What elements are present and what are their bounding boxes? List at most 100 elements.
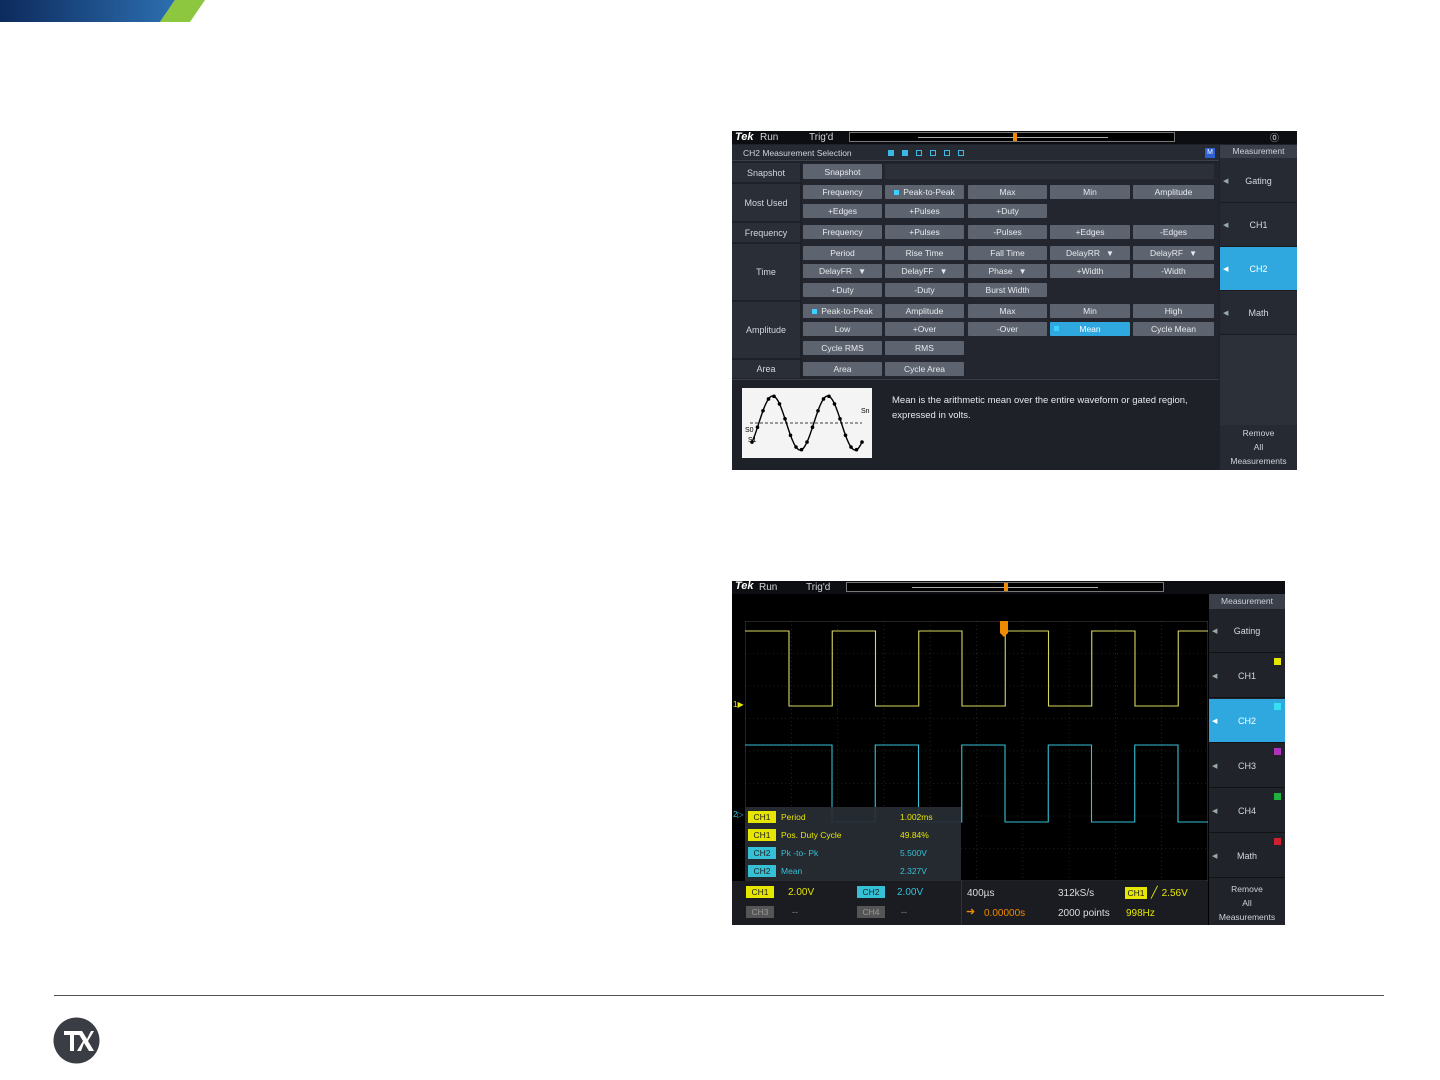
time-delay-ff[interactable]: DelayFF ▼ bbox=[885, 264, 964, 278]
most-used-pos-pulses[interactable]: +Pulses bbox=[885, 204, 964, 218]
side-ch2[interactable]: ◀ CH2 bbox=[1209, 699, 1285, 743]
page-dot[interactable] bbox=[944, 150, 950, 156]
amp-neg-over[interactable]: -Over bbox=[968, 322, 1047, 336]
remove-all-button[interactable]: Remove All Measurements bbox=[1220, 426, 1297, 470]
amp-cycle-rms[interactable]: Cycle RMS bbox=[803, 341, 882, 355]
side-ch2[interactable]: ◀ CH2 bbox=[1220, 247, 1297, 291]
side-math[interactable]: ◀ Math bbox=[1209, 834, 1285, 878]
timebase[interactable]: 400µs bbox=[967, 888, 994, 899]
record-view[interactable] bbox=[849, 132, 1175, 142]
run-status[interactable]: Run bbox=[759, 582, 777, 593]
time-neg-duty[interactable]: -Duty bbox=[885, 283, 964, 297]
trigger-status[interactable]: Trig'd bbox=[809, 132, 833, 143]
record-length[interactable]: 2000 points bbox=[1058, 908, 1110, 919]
area-area[interactable]: Area bbox=[803, 362, 882, 376]
left-arrow-icon: ◀ bbox=[1212, 762, 1218, 770]
side-gating[interactable]: ◀ Gating bbox=[1220, 159, 1297, 203]
left-arrow-icon: ◀ bbox=[1223, 177, 1229, 185]
most-used-min[interactable]: Min bbox=[1050, 185, 1130, 199]
time-pos-duty[interactable]: +Duty bbox=[803, 283, 882, 297]
freq-pos-edges[interactable]: +Edges bbox=[1050, 225, 1130, 239]
most-used-max[interactable]: Max bbox=[968, 185, 1047, 199]
sample-point bbox=[794, 445, 798, 449]
record-view[interactable] bbox=[846, 582, 1164, 592]
trigger-status[interactable]: Trig'd bbox=[806, 582, 830, 593]
time-burst-width[interactable]: Burst Width bbox=[968, 283, 1047, 297]
page-dot[interactable] bbox=[958, 150, 964, 156]
ch1-scale-badge[interactable]: CH1 2.00V bbox=[746, 886, 814, 898]
time-delay-rr[interactable]: DelayRR ▼ bbox=[1050, 246, 1130, 260]
rising-edge-icon: ╱ bbox=[1151, 887, 1158, 899]
amp-min[interactable]: Min bbox=[1050, 304, 1130, 318]
sample-point bbox=[810, 425, 815, 430]
result-row[interactable]: CH2 Pk -to- Pk 5.500V bbox=[748, 847, 960, 860]
page-dot[interactable] bbox=[930, 150, 936, 156]
trigger-settings[interactable]: CH1 ╱ 2.56V bbox=[1125, 886, 1188, 899]
time-rise-time[interactable]: Rise Time bbox=[885, 246, 964, 260]
math-color-swatch bbox=[1274, 838, 1281, 845]
left-arrow-icon: ◀ bbox=[1212, 807, 1218, 815]
freq-neg-edges[interactable]: -Edges bbox=[1133, 225, 1214, 239]
page-dot[interactable] bbox=[916, 150, 922, 156]
run-status[interactable]: Run bbox=[760, 132, 778, 143]
amp-low[interactable]: Low bbox=[803, 322, 882, 336]
snapshot-button[interactable]: Snapshot bbox=[803, 164, 882, 179]
amp-peak-to-peak[interactable]: Peak-to-Peak bbox=[803, 304, 882, 318]
time-period[interactable]: Period bbox=[803, 246, 882, 260]
measurement-selection-screenshot: Tek Run Trig'd ⓪ CH2 Measurement Selecti… bbox=[732, 131, 1297, 470]
sample-point bbox=[788, 433, 793, 438]
amp-high[interactable]: High bbox=[1133, 304, 1214, 318]
side-ch4[interactable]: ◀ CH4 bbox=[1209, 789, 1285, 833]
tektronix-logo bbox=[53, 1017, 100, 1064]
amp-mean[interactable]: Mean bbox=[1050, 322, 1130, 336]
horizontal-position[interactable]: 0.00000s bbox=[984, 908, 1025, 919]
page-title: CH2 Measurement Selection bbox=[743, 148, 852, 158]
page-dot[interactable] bbox=[902, 150, 908, 156]
sample-point bbox=[799, 447, 804, 452]
amp-rms[interactable]: RMS bbox=[885, 341, 964, 355]
time-pos-width[interactable]: +Width bbox=[1050, 264, 1130, 278]
ch4-scale-badge[interactable]: CH4 -- bbox=[857, 906, 907, 918]
time-fall-time[interactable]: Fall Time bbox=[968, 246, 1047, 260]
sample-rate[interactable]: 312kS/s bbox=[1058, 888, 1094, 899]
time-phase[interactable]: Phase ▼ bbox=[968, 264, 1047, 278]
time-neg-width[interactable]: -Width bbox=[1133, 264, 1214, 278]
most-used-peak-to-peak[interactable]: Peak-to-Peak bbox=[885, 185, 964, 199]
side-ch1[interactable]: ◀ CH1 bbox=[1209, 654, 1285, 698]
side-gating[interactable]: ◀ Gating bbox=[1209, 609, 1285, 653]
time-delay-rf[interactable]: DelayRF ▼ bbox=[1133, 246, 1214, 260]
remove-all-button[interactable]: Remove All Measurements bbox=[1209, 880, 1285, 925]
side-math[interactable]: ◀ Math bbox=[1220, 291, 1297, 335]
mode-badge: M bbox=[1205, 148, 1215, 158]
page-dot[interactable] bbox=[888, 150, 894, 156]
ch2-offset-marker[interactable]: 2▷ bbox=[733, 810, 744, 819]
sample-point bbox=[838, 416, 842, 421]
side-ch1[interactable]: ◀ CH1 bbox=[1220, 203, 1297, 247]
freq-frequency[interactable]: Frequency bbox=[803, 225, 882, 239]
ch4-color-swatch bbox=[1274, 793, 1281, 800]
most-used-pos-duty[interactable]: +Duty bbox=[968, 204, 1047, 218]
result-row[interactable]: CH2 Mean 2.327V bbox=[748, 865, 960, 878]
amp-pos-over[interactable]: +Over bbox=[885, 322, 964, 336]
amp-cycle-mean[interactable]: Cycle Mean bbox=[1133, 322, 1214, 336]
help-icon[interactable]: ⓪ bbox=[1270, 131, 1279, 144]
sample-point bbox=[805, 440, 809, 444]
settings-bar: CH1 2.00V CH2 2.00V CH3 -- CH4 -- 400µs 312k… bbox=[732, 881, 1208, 925]
area-cycle-area[interactable]: Cycle Area bbox=[885, 362, 964, 376]
result-row[interactable]: CH1 Pos. Duty Cycle 49.84% bbox=[748, 829, 960, 842]
most-used-amplitude[interactable]: Amplitude bbox=[1133, 185, 1214, 199]
amp-max[interactable]: Max bbox=[968, 304, 1047, 318]
freq-pos-pulses[interactable]: +Pulses bbox=[885, 225, 964, 239]
freq-neg-pulses[interactable]: -Pulses bbox=[968, 225, 1047, 239]
ch2-scale-badge[interactable]: CH2 2.00V bbox=[857, 886, 923, 898]
amp-amplitude[interactable]: Amplitude bbox=[885, 304, 964, 318]
result-row[interactable]: CH1 Period 1.002ms bbox=[748, 811, 960, 824]
most-used-frequency[interactable]: Frequency bbox=[803, 185, 882, 199]
ch1-offset-marker[interactable]: 1▶ bbox=[733, 700, 744, 709]
left-arrow-icon: ◀ bbox=[1223, 265, 1229, 273]
ch3-scale-badge[interactable]: CH3 -- bbox=[746, 906, 798, 918]
most-used-pos-edges[interactable]: +Edges bbox=[803, 204, 882, 218]
side-ch3[interactable]: ◀ CH3 bbox=[1209, 744, 1285, 788]
time-delay-fr[interactable]: DelayFR ▼ bbox=[803, 264, 882, 278]
sample-point bbox=[761, 408, 765, 413]
